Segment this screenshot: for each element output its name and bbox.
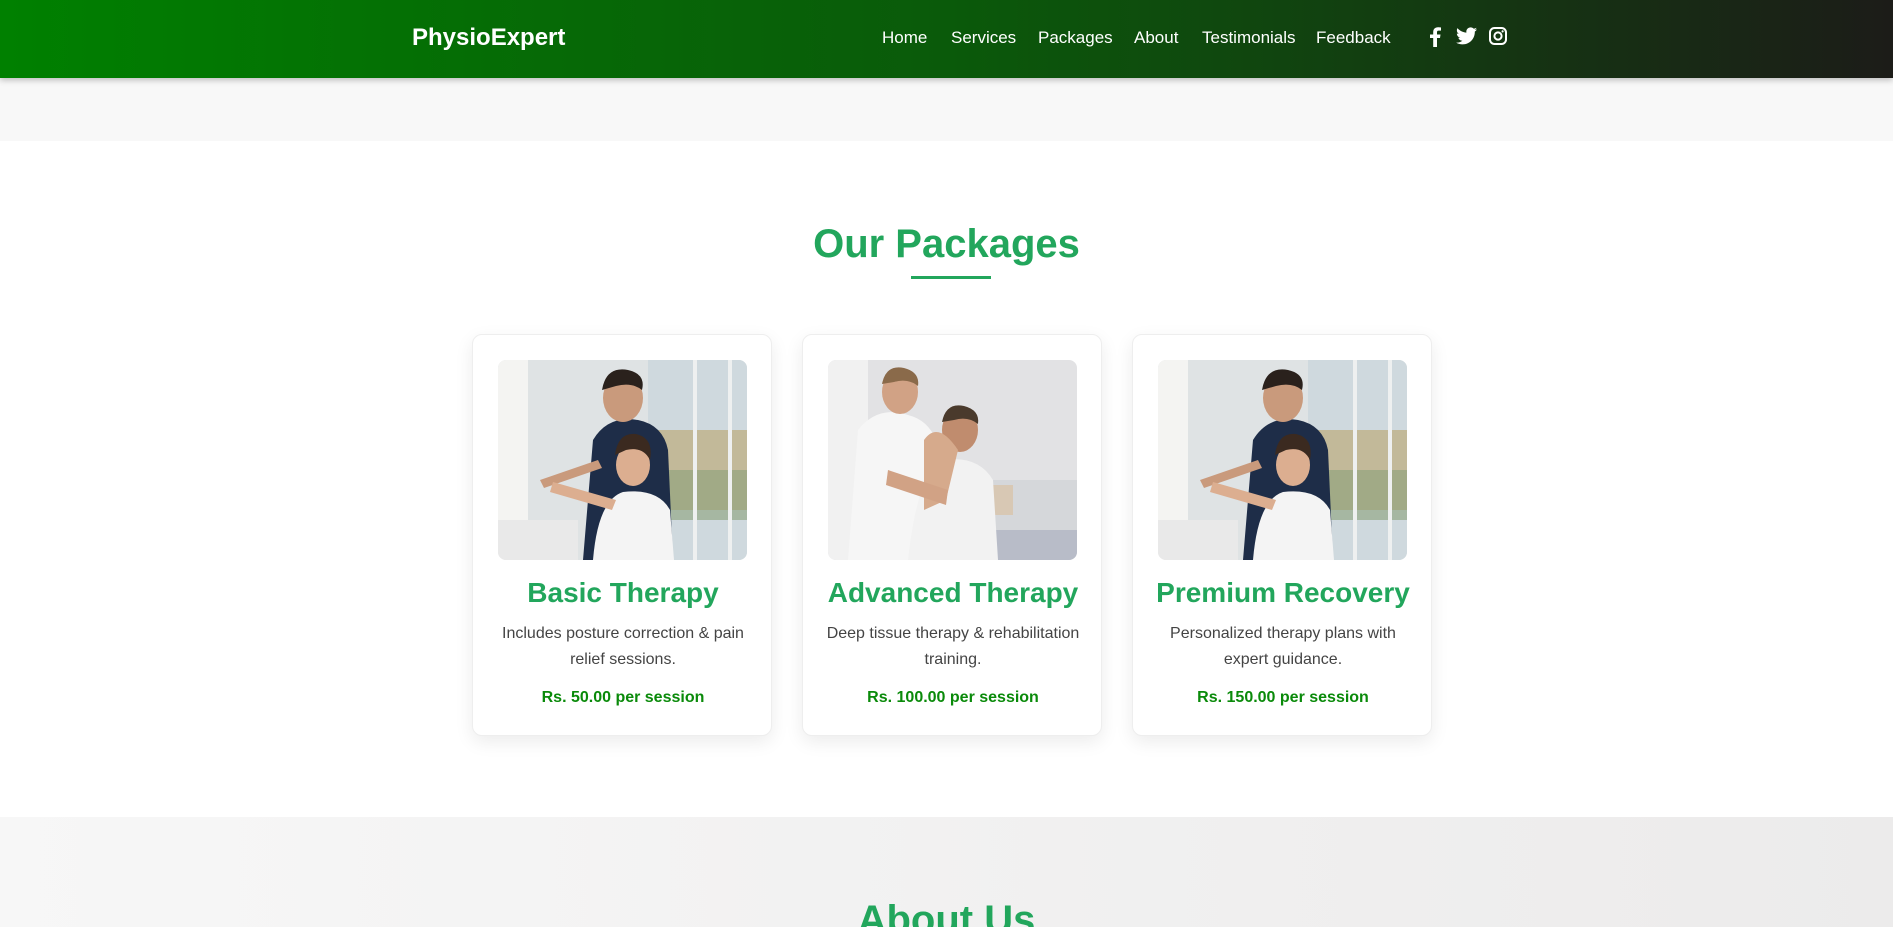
package-description-advanced: Deep tissue therapy & rehabilitation tra… — [826, 625, 1080, 668]
package-title-basic: Basic Therapy — [527, 577, 719, 608]
brand-logo[interactable]: PhysioExpert — [412, 24, 565, 52]
hero-bottom-band — [0, 78, 1893, 141]
packages-title: Our Packages — [813, 222, 1080, 266]
facebook-icon[interactable] — [1429, 27, 1441, 47]
package-description-basic: Includes posture correction & pain relie… — [502, 625, 744, 668]
nav-link-about[interactable]: About — [1134, 28, 1178, 48]
package-price-basic: Rs. 50.00 per session — [541, 689, 705, 706]
package-image-basic — [498, 360, 747, 560]
package-price-premium: Rs. 150.00 per session — [1197, 689, 1369, 706]
twitter-icon[interactable] — [1456, 27, 1477, 45]
package-title-advanced: Advanced Therapy — [827, 577, 1079, 608]
package-card-basic[interactable]: Basic Therapy Includes posture correctio… — [472, 334, 772, 736]
package-image-advanced — [828, 360, 1077, 560]
nav-link-home[interactable]: Home — [882, 28, 927, 48]
nav-link-feedback[interactable]: Feedback — [1316, 28, 1391, 48]
about-title: About Us — [857, 898, 1036, 927]
nav-link-services[interactable]: Services — [951, 28, 1016, 48]
nav-link-testimonials[interactable]: Testimonials — [1202, 28, 1296, 48]
package-description-premium: Personalized therapy plans with expert g… — [1170, 625, 1396, 668]
package-price-advanced: Rs. 100.00 per session — [867, 689, 1039, 706]
package-card-advanced[interactable]: Advanced Therapy Deep tissue therapy & r… — [802, 334, 1102, 736]
title-underline — [911, 276, 991, 279]
package-image-premium — [1158, 360, 1407, 560]
package-card-premium[interactable]: Premium Recovery Personalized therapy pl… — [1132, 334, 1432, 736]
package-title-premium: Premium Recovery — [1156, 577, 1410, 608]
navbar: PhysioExpert Home Services Packages Abou… — [0, 0, 1893, 78]
nav-link-packages[interactable]: Packages — [1038, 28, 1113, 48]
instagram-icon[interactable] — [1489, 27, 1507, 45]
